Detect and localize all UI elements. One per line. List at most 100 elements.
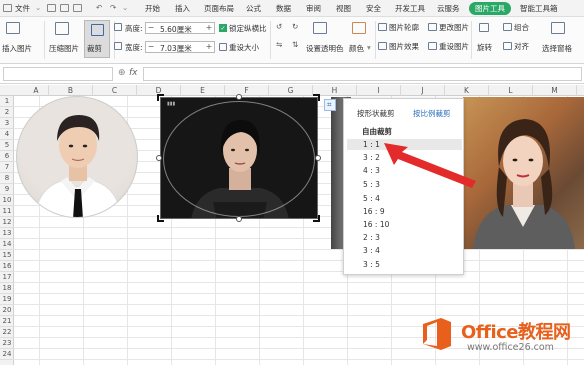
row-header-11[interactable]: 11 (0, 206, 14, 217)
color-button[interactable]: 颜色 (349, 43, 364, 54)
tab-page-layout[interactable]: 页面布局 (204, 3, 234, 14)
row-header-14[interactable]: 14 (0, 239, 14, 250)
name-box[interactable] (3, 67, 113, 81)
crop-handle-top-left[interactable] (157, 94, 164, 101)
tab-crop-by-shape[interactable]: 按形状裁剪 (357, 108, 395, 119)
combine-button[interactable]: 组合 (514, 22, 529, 33)
row-header-6[interactable]: 6 (0, 151, 14, 162)
column-header-m[interactable]: M (533, 85, 577, 96)
rotate-left-icon[interactable]: ↺ (276, 22, 282, 31)
row-header-1[interactable]: 1 (0, 96, 14, 107)
row-header-12[interactable]: 12 (0, 217, 14, 228)
ratio-item-2-3[interactable]: 2 : 3 (347, 232, 462, 243)
row-header-20[interactable]: 20 (0, 305, 14, 316)
row-header-9[interactable]: 9 (0, 184, 14, 195)
reset-picture-button[interactable]: 重设图片 (439, 41, 469, 52)
row-header-13[interactable]: 13 (0, 228, 14, 239)
rotate-button[interactable]: 旋转 (477, 42, 492, 53)
row-header-3[interactable]: 3 (0, 118, 14, 129)
decrease-height-button[interactable]: − (146, 23, 156, 33)
zoom-icon[interactable]: ⊕ (118, 68, 126, 78)
crop-button[interactable]: 裁剪 (84, 20, 110, 58)
ratio-item-3-4[interactable]: 3 : 4 (347, 245, 462, 256)
selection-pane-button[interactable]: 选择窗格 (542, 43, 572, 54)
compress-picture-button[interactable]: 压缩图片 (49, 43, 79, 54)
ratio-item-16-10[interactable]: 16 : 10 (347, 219, 462, 230)
resize-handle-top[interactable] (236, 94, 242, 100)
increase-width-button[interactable]: + (204, 42, 214, 52)
tab-data[interactable]: 数据 (276, 3, 291, 14)
height-stepper[interactable]: − 5.60厘米 + (145, 22, 215, 34)
lock-ratio-checkbox[interactable]: ✓ (219, 24, 227, 32)
column-header-l[interactable]: L (489, 85, 533, 96)
row-header-19[interactable]: 19 (0, 294, 14, 305)
insert-picture-button[interactable]: 插入图片 (2, 43, 32, 54)
print-icon[interactable] (60, 4, 69, 12)
tab-smart-toolbox[interactable]: 智能工具箱 (520, 3, 558, 14)
column-header-c[interactable]: C (93, 85, 137, 96)
tab-home[interactable]: 开始 (145, 3, 160, 14)
row-header-10[interactable]: 10 (0, 195, 14, 206)
width-stepper[interactable]: − 7.03厘米 + (145, 41, 215, 53)
tab-review[interactable]: 审阅 (306, 3, 321, 14)
resize-handle-bottom[interactable] (236, 216, 242, 222)
reset-size-button[interactable]: 重设大小 (229, 42, 259, 53)
crop-handle-bottom-right[interactable] (313, 215, 320, 222)
height-value[interactable]: 5.60厘米 (160, 24, 192, 35)
set-transparent-button[interactable]: 设置透明色 (306, 43, 344, 54)
picture-woman-right[interactable] (463, 97, 584, 249)
flip-horizontal-icon[interactable]: ⇋ (276, 40, 282, 49)
increase-height-button[interactable]: + (204, 23, 214, 33)
crop-handle-top-right[interactable] (313, 94, 320, 101)
ratio-item-3-5[interactable]: 3 : 5 (347, 259, 462, 270)
picture-woman-selected[interactable]: ▮▮▮ (160, 97, 318, 219)
lock-ratio-label[interactable]: 锁定纵横比 (229, 23, 267, 34)
row-header-23[interactable]: 23 (0, 338, 14, 349)
tab-formulas[interactable]: 公式 (246, 3, 261, 14)
column-header-a[interactable]: A (24, 85, 49, 96)
formula-input[interactable] (143, 67, 582, 81)
fx-icon[interactable]: fx (129, 68, 138, 78)
row-header-16[interactable]: 16 (0, 261, 14, 272)
ratio-item-16-9[interactable]: 16 : 9 (347, 206, 462, 217)
redo-icon[interactable]: ↷ (110, 3, 116, 12)
picture-effects-button[interactable]: 图片效果 (389, 41, 419, 52)
file-menu[interactable]: 文件 (15, 3, 30, 14)
chevron-down-icon[interactable]: ⌄ (35, 3, 41, 12)
preview-icon[interactable] (73, 4, 82, 12)
row-header-7[interactable]: 7 (0, 162, 14, 173)
tab-cloud[interactable]: 云服务 (437, 3, 460, 14)
rotate-right-icon[interactable]: ↻ (292, 22, 298, 31)
column-header-g[interactable]: G (269, 85, 313, 96)
change-picture-button[interactable]: 更改图片 (439, 22, 469, 33)
tab-developer[interactable]: 开发工具 (395, 3, 425, 14)
menu-icon[interactable] (3, 4, 12, 12)
save-icon[interactable] (47, 4, 56, 12)
resize-handle-right[interactable] (315, 155, 321, 161)
ratio-item-5-4[interactable]: 5 : 4 (347, 193, 462, 204)
row-header-21[interactable]: 21 (0, 316, 14, 327)
tab-crop-by-ratio[interactable]: 按比例裁剪 (413, 108, 451, 119)
column-header-k[interactable]: K (445, 85, 489, 96)
tab-security[interactable]: 安全 (366, 3, 381, 14)
row-header-15[interactable]: 15 (0, 250, 14, 261)
row-header-22[interactable]: 22 (0, 327, 14, 338)
width-value[interactable]: 7.03厘米 (160, 43, 192, 54)
color-dropdown-icon[interactable]: ▾ (367, 43, 371, 52)
tab-view[interactable]: 视图 (336, 3, 351, 14)
column-header-i[interactable]: I (357, 85, 401, 96)
row-header-2[interactable]: 2 (0, 107, 14, 118)
picture-man-circle[interactable] (16, 96, 138, 218)
resize-handle-left[interactable] (156, 155, 162, 161)
row-header-8[interactable]: 8 (0, 173, 14, 184)
row-header-24[interactable]: 24 (0, 349, 14, 360)
undo-icon[interactable]: ↶ (96, 3, 102, 12)
column-header-f[interactable]: F (225, 85, 269, 96)
tab-insert[interactable]: 插入 (175, 3, 190, 14)
crop-options-button[interactable]: ⌗ (324, 99, 336, 111)
picture-outline-button[interactable]: 图片轮廓 (389, 22, 419, 33)
row-header-5[interactable]: 5 (0, 140, 14, 151)
more-chevron-icon[interactable]: ⌄ (122, 3, 128, 12)
flip-vertical-icon[interactable]: ⇅ (292, 40, 298, 49)
column-header-j[interactable]: J (401, 85, 445, 96)
